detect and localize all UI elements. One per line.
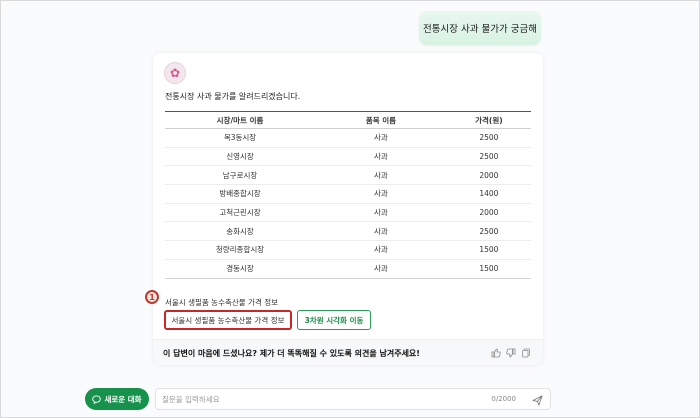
character-counter: 0/2000 xyxy=(491,395,516,403)
table-row: 남구로시장 사과 2000 xyxy=(165,165,531,186)
item-name: 사과 xyxy=(315,221,447,242)
new-chat-button[interactable]: 새로운 대화 xyxy=(85,388,149,410)
item-name: 사과 xyxy=(315,184,447,204)
thumbs-down-icon[interactable] xyxy=(505,347,516,358)
send-icon[interactable] xyxy=(530,393,544,407)
market-name: 고척근린시장 xyxy=(165,203,316,223)
annotation-marker: 1 xyxy=(145,290,159,304)
question-input-box: 0/2000 xyxy=(155,388,551,410)
item-name: 사과 xyxy=(315,203,447,223)
market-name: 청량리종합시장 xyxy=(165,240,316,260)
answer-intro: 전통시장 사과 물가를 알려드리겠습니다. xyxy=(165,92,301,101)
3d-visualization-button[interactable]: 3차원 시각화 이동 xyxy=(297,310,371,330)
table-row: 청량리종합시장 사과 1500 xyxy=(165,240,531,260)
feedback-prompt: 이 답변이 마음에 드셨나요? 제가 더 똑똑해질 수 있도록 의견을 남겨주세… xyxy=(163,349,420,358)
avatar-icon: ✿ xyxy=(164,62,186,84)
new-chat-label: 새로운 대화 xyxy=(104,394,142,404)
composer: 새로운 대화 0/2000 xyxy=(85,388,551,410)
chat-window: 전통시장 사과 물가가 궁금해 ✿ 전통시장 사과 물가를 알려드리겠습니다. … xyxy=(0,0,700,418)
item-name: 사과 xyxy=(315,259,447,279)
price: 1400 xyxy=(446,184,531,204)
price: 1500 xyxy=(446,240,531,260)
user-message-bubble: 전통시장 사과 물가가 궁금해 xyxy=(419,11,541,45)
price: 2000 xyxy=(446,203,531,223)
chat-icon xyxy=(92,394,102,404)
market-name: 목3동시장 xyxy=(165,128,316,148)
item-name: 사과 xyxy=(315,240,447,260)
source-info-button-label: 서울시 생필품 농수축산물 가격 정보 xyxy=(171,315,285,325)
table-row: 송화시장 사과 2500 xyxy=(165,221,531,242)
feedback-actions xyxy=(490,347,531,358)
price: 1500 xyxy=(446,259,531,279)
source-label: 서울시 생필품 농수축산물 가격 정보 xyxy=(165,298,279,307)
column-header-item: 품목 이름 xyxy=(315,111,447,129)
user-message-text: 전통시장 사과 물가가 궁금해 xyxy=(423,24,537,35)
price: 2500 xyxy=(446,128,531,148)
item-name: 사과 xyxy=(315,147,447,167)
price-table: 시장/마트 이름 품목 이름 가격(원) 목3동시장 사과 2500 신영시장 … xyxy=(165,111,531,279)
price: 2500 xyxy=(446,221,531,242)
market-name: 신영시장 xyxy=(165,147,316,167)
table-row: 목3동시장 사과 2500 xyxy=(165,128,531,148)
market-name: 방배종합시장 xyxy=(165,184,316,204)
column-header-price: 가격(원) xyxy=(446,111,531,129)
table-row: 신영시장 사과 2500 xyxy=(165,147,531,167)
table-row: 고척근린시장 사과 2000 xyxy=(165,203,531,223)
feedback-bar: 이 답변이 마음에 드셨나요? 제가 더 똑똑해질 수 있도록 의견을 남겨주세… xyxy=(153,339,543,365)
price: 2000 xyxy=(446,165,531,186)
table-header-row: 시장/마트 이름 품목 이름 가격(원) xyxy=(165,111,531,129)
answer-card: ✿ 전통시장 사과 물가를 알려드리겠습니다. 시장/마트 이름 품목 이름 가… xyxy=(153,53,543,365)
market-name: 송화시장 xyxy=(165,221,316,242)
market-name: 경동시장 xyxy=(165,259,316,279)
column-header-market: 시장/마트 이름 xyxy=(165,111,316,129)
source-info-button[interactable]: 서울시 생필품 농수축산물 가격 정보 xyxy=(164,310,292,330)
item-name: 사과 xyxy=(315,165,447,186)
price: 2500 xyxy=(446,147,531,167)
table-row: 방배종합시장 사과 1400 xyxy=(165,184,531,204)
thumbs-up-icon[interactable] xyxy=(490,347,501,358)
item-name: 사과 xyxy=(315,128,447,148)
copy-icon[interactable] xyxy=(520,347,531,358)
market-name: 남구로시장 xyxy=(165,165,316,186)
question-input[interactable] xyxy=(162,392,482,407)
3d-visualization-button-label: 3차원 시각화 이동 xyxy=(304,315,364,325)
table-row: 경동시장 사과 1500 xyxy=(165,259,531,279)
